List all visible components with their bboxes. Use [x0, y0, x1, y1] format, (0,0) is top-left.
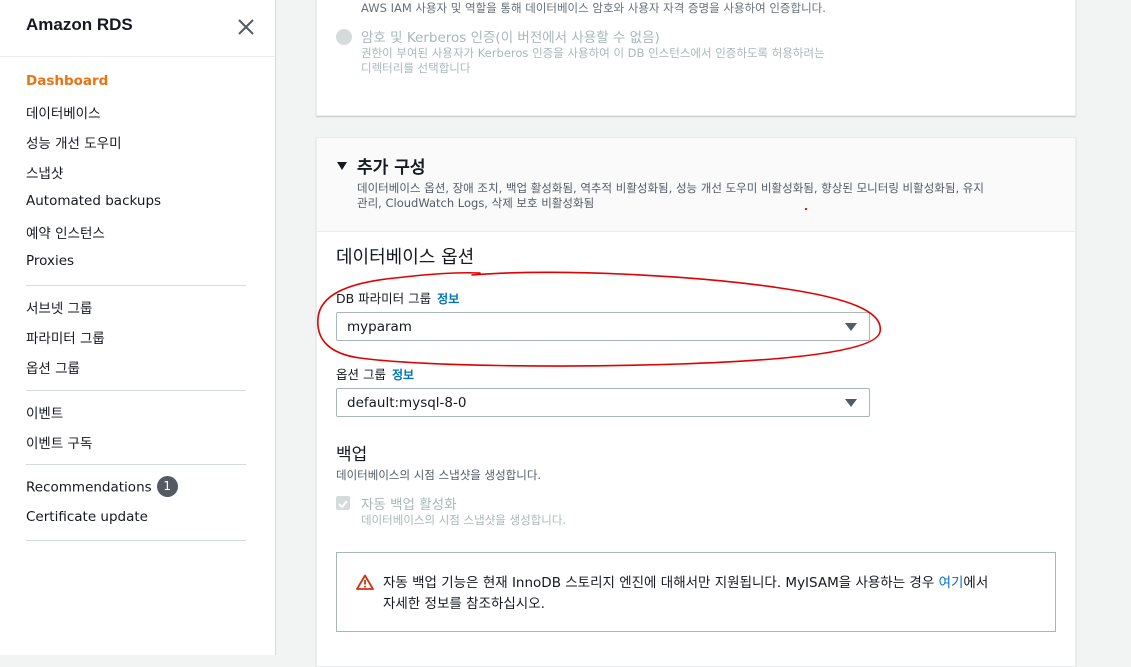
kerberos-auth-label: 암호 및 Kerberos 인증(이 버전에서 사용할 수 없음) [361, 30, 660, 46]
additional-configuration-desc-line1: 데이터베이스 옵션, 장애 조치, 백업 활성화됨, 역추적 비활성화됨, 성능… [357, 181, 984, 195]
additional-configuration-title[interactable]: 추가 구성 [357, 153, 425, 178]
caret-down-icon [845, 399, 857, 407]
caret-down-icon[interactable] [336, 160, 348, 172]
option-group-select[interactable]: default:mysql-8-0 [336, 388, 870, 417]
sidebar-item-parameter-groups[interactable]: 파라미터 그룹 [26, 327, 105, 347]
db-parameter-group-label: DB 파라미터 그룹 [336, 291, 432, 306]
kerberos-auth-radio[interactable] [336, 29, 352, 45]
db-parameter-group-info-link[interactable]: 정보 [437, 292, 459, 306]
sidebar-item-reserved-instances[interactable]: 예약 인스턴스 [26, 222, 105, 242]
sidebar-item-subnet-groups[interactable]: 서브넷 그룹 [26, 297, 92, 317]
auto-backup-checkbox[interactable] [336, 496, 350, 510]
database-options-heading: 데이터베이스 옵션 [336, 247, 475, 268]
db-parameter-group-label-row: DB 파라미터 그룹 정보 [336, 288, 459, 307]
auto-backup-description: 데이터베이스의 시점 스냅샷을 생성합니다. [361, 513, 567, 527]
option-group-label: 옵션 그룹 [336, 367, 386, 382]
sidebar-item-recommendations[interactable]: Recommendations 1 [26, 476, 178, 498]
recommendations-count-badge: 1 [156, 476, 178, 497]
kerberos-auth-desc-line1: 권한이 부여된 사용자가 Kerberos 인증을 사용하여 이 DB 인스턴스… [361, 46, 825, 60]
sidebar-item-databases[interactable]: 데이터베이스 [26, 102, 101, 122]
checkmark-icon [338, 500, 348, 509]
caret-down-icon [845, 323, 857, 331]
sidebar-item-proxies[interactable]: Proxies [26, 253, 74, 269]
option-group-value: default:mysql-8-0 [347, 395, 467, 411]
recommendations-label: Recommendations [26, 479, 152, 496]
warning-icon [356, 574, 374, 590]
auto-backup-label: 자동 백업 활성화 [361, 497, 457, 513]
sidebar-item-event-subscriptions[interactable]: 이벤트 구독 [26, 432, 92, 452]
sidebar-item-events[interactable]: 이벤트 [26, 402, 63, 422]
sidebar-divider [26, 540, 246, 541]
warning-text-line1-pre: 자동 백업 기능은 현재 InnoDB 스토리지 엔진에 대해서만 지원됩니다.… [383, 575, 939, 591]
iam-auth-description: AWS IAM 사용자 및 역할을 통해 데이터베이스 암호와 사용자 자격 증… [361, 1, 826, 15]
backup-description: 데이터베이스의 시점 스냅샷을 생성합니다. [336, 468, 542, 482]
db-parameter-group-value: myparam [347, 319, 412, 335]
warning-text-line2: 자세한 정보를 참조하십시오. [383, 596, 545, 612]
option-group-label-row: 옵션 그룹 정보 [336, 364, 414, 383]
sidebar-item-certificate-update[interactable]: Certificate update [26, 509, 148, 525]
sidebar-header: Amazon RDS [0, 0, 275, 57]
additional-configuration-desc-line2: 관리, CloudWatch Logs, 삭제 보호 비활성화됨 [357, 196, 595, 210]
sidebar-divider [26, 285, 246, 286]
sidebar-divider [26, 390, 246, 391]
warning-text-line1-post: 에서 [963, 575, 989, 591]
backup-heading: 백업 [336, 445, 368, 465]
sidebar-item-option-groups[interactable]: 옵션 그룹 [26, 357, 80, 377]
sidebar-item-performance-insights[interactable]: 성능 개선 도우미 [26, 132, 122, 152]
sidebar-title: Amazon RDS [26, 15, 133, 34]
close-icon[interactable] [236, 17, 256, 37]
sidebar-item-snapshots[interactable]: 스냅샷 [26, 162, 63, 182]
sidebar-item-dashboard[interactable]: Dashboard [26, 73, 108, 89]
kerberos-auth-desc-line2: 디렉터리를 선택합니다 [361, 61, 471, 75]
sidebar: Amazon RDS Dashboard 데이터베이스 성능 개선 도우미 스냅… [0, 0, 276, 655]
option-group-info-link[interactable]: 정보 [392, 368, 414, 382]
sidebar-divider [26, 464, 246, 465]
warning-here-link[interactable]: 여기 [939, 575, 964, 591]
innodb-warning-text: 자동 백업 기능은 현재 InnoDB 스토리지 엔진에 대해서만 지원됩니다.… [383, 573, 1048, 615]
db-parameter-group-select[interactable]: myparam [336, 312, 870, 341]
sidebar-item-automated-backups[interactable]: Automated backups [26, 193, 161, 209]
